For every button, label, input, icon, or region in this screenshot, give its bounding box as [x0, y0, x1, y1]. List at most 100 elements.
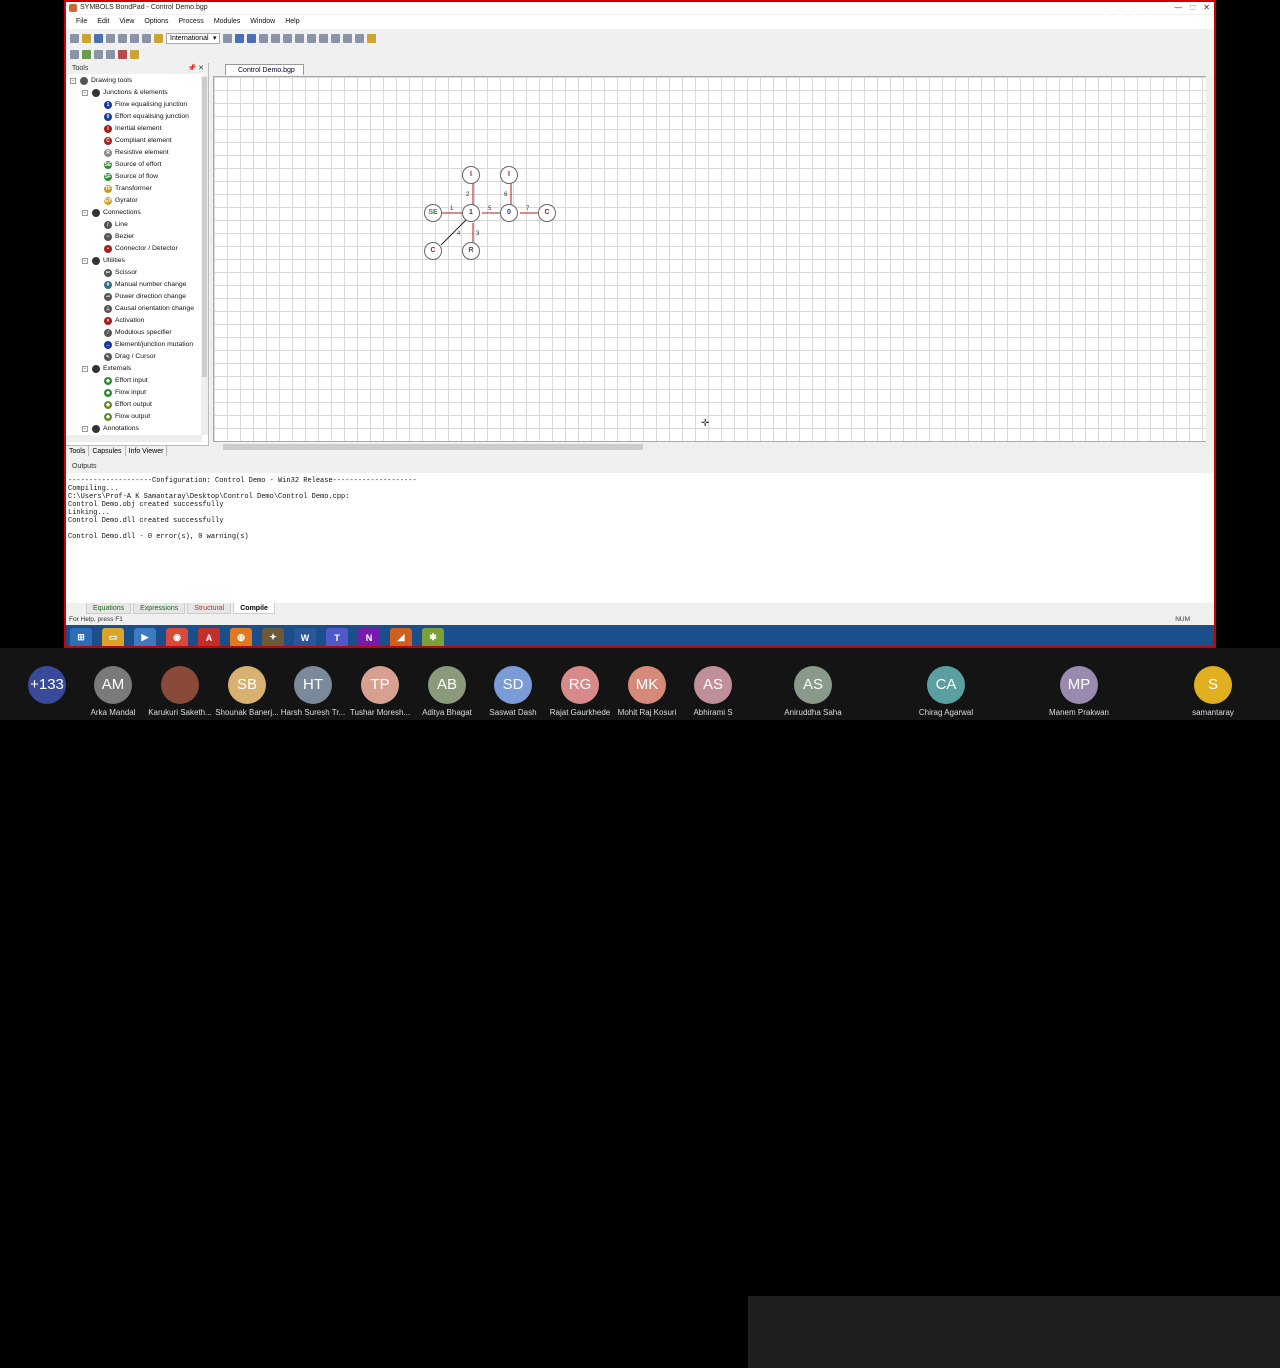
number-icon[interactable]: [270, 33, 280, 43]
canvas-vertical-scrollbar[interactable]: [1206, 76, 1214, 442]
app-generic-icon[interactable]: ✦: [262, 627, 284, 646]
tree-item[interactable]: × Activation: [66, 315, 202, 327]
pointer-icon[interactable]: [306, 33, 316, 43]
copy-icon[interactable]: [118, 33, 127, 43]
cut-icon[interactable]: [106, 33, 115, 43]
tray-up-arrow-icon[interactable]: ▲: [1102, 10, 1110, 19]
resistive-node[interactable]: R: [462, 242, 480, 260]
tree-item[interactable]: 1 Flow equalising junction: [66, 99, 202, 111]
tray-volume-icon[interactable]: ◁): [1145, 10, 1154, 19]
tree-item[interactable]: GY Gyrator: [66, 195, 202, 207]
tree-item[interactable]: − Annotations: [66, 423, 202, 435]
chrome-icon[interactable]: ◉: [166, 627, 188, 646]
menu-process[interactable]: Process: [175, 15, 208, 29]
tree-item[interactable]: / Line: [66, 219, 202, 231]
menu-window[interactable]: Window: [246, 15, 279, 29]
participant-tile[interactable]: MP Manem Prakwan: [1034, 666, 1124, 720]
arrow-tool-icon[interactable]: [294, 33, 304, 43]
tree-item[interactable]: SE Source of effort: [66, 159, 202, 171]
new-file-icon[interactable]: [70, 33, 79, 43]
tree-item[interactable]: # Manual number change: [66, 279, 202, 291]
word-icon[interactable]: W: [294, 627, 316, 646]
tree-expander-icon[interactable]: −: [82, 258, 88, 264]
open-file-icon[interactable]: [82, 33, 91, 43]
tree-item[interactable]: ↔ Element/junction mutation: [66, 339, 202, 351]
plot-icon[interactable]: [130, 49, 139, 59]
start-button-icon[interactable]: ⊞: [70, 627, 92, 646]
tools-vertical-scrollbar[interactable]: [201, 75, 208, 435]
tools-pane-close-icon[interactable]: 📌 ✕: [187, 63, 204, 74]
inertial-node-1[interactable]: I: [462, 166, 480, 184]
tree-item[interactable]: ↖ Drag / Cursor: [66, 351, 202, 363]
menu-view[interactable]: View: [115, 15, 138, 29]
compile-icon[interactable]: [70, 49, 79, 59]
tree-item[interactable]: SF Source of flow: [66, 171, 202, 183]
layout-icon[interactable]: [330, 33, 340, 43]
taskbar-clock[interactable]: 2:17 PM 10/20/2020: [1175, 5, 1208, 23]
clock-icon[interactable]: [354, 33, 364, 43]
compliant-node-2[interactable]: C: [424, 242, 442, 260]
tree-item[interactable]: ⁄ Modulous specifier: [66, 327, 202, 339]
tree-item[interactable]: ⇀ Power direction change: [66, 291, 202, 303]
tab-compile[interactable]: Compile: [233, 603, 275, 614]
tray-flag-icon[interactable]: ⚑: [1116, 10, 1123, 19]
tree-item[interactable]: 0 Effort equalising junction: [66, 111, 202, 123]
tree-item[interactable]: − Externals: [66, 363, 202, 375]
source-effort-node[interactable]: SE: [424, 204, 442, 222]
menu-options[interactable]: Options: [140, 15, 172, 29]
tab-info-viewer[interactable]: Info Viewer: [126, 446, 168, 456]
language-select[interactable]: International: [166, 32, 220, 44]
teams-icon[interactable]: T: [326, 627, 348, 646]
tree-expander-icon[interactable]: −: [82, 366, 88, 372]
tree-item[interactable]: − Drawing tools: [66, 75, 202, 87]
tree-item[interactable]: • Connector / Detector: [66, 243, 202, 255]
participant-tile[interactable]: AS Abhirami S: [668, 666, 758, 720]
paste-icon[interactable]: [130, 33, 139, 43]
effort-junction-node[interactable]: 0: [500, 204, 518, 222]
menu-modules[interactable]: Modules: [210, 15, 244, 29]
menu-help[interactable]: Help: [281, 15, 303, 29]
undo-icon[interactable]: [258, 33, 268, 43]
help-icon[interactable]: [154, 33, 163, 43]
zoom-icon[interactable]: [222, 33, 232, 43]
tree-expander-icon[interactable]: −: [82, 426, 88, 432]
tree-item[interactable]: ◆ Flow output: [66, 411, 202, 423]
canvas-horizontal-scrollbar[interactable]: [213, 443, 1209, 451]
tab-expressions[interactable]: Expressions: [133, 603, 186, 614]
tree-item[interactable]: − Utilities: [66, 255, 202, 267]
onenote-icon[interactable]: N: [358, 627, 380, 646]
run-icon[interactable]: [94, 49, 103, 59]
bond-graph-canvas[interactable]: 1 2 3 4 5 6 7 SE 1 0 I I C C R ✛: [213, 76, 1209, 442]
participant-tile[interactable]: Ssamantaray: [1168, 666, 1258, 720]
snap-grid-icon[interactable]: [246, 33, 256, 43]
tools-horizontal-scrollbar[interactable]: [66, 435, 202, 442]
menu-edit[interactable]: Edit: [93, 15, 113, 29]
firefox-icon[interactable]: ◍: [230, 627, 252, 646]
pen-icon[interactable]: [282, 33, 292, 43]
document-tab[interactable]: Control Demo.bgp: [225, 64, 304, 75]
tree-item[interactable]: I Inertial element: [66, 123, 202, 135]
tree-item[interactable]: ✂ Scissor: [66, 267, 202, 279]
matlab-icon[interactable]: ◢: [390, 627, 412, 646]
flow-junction-node[interactable]: 1: [462, 204, 480, 222]
tab-equations[interactable]: Equations: [86, 603, 132, 614]
tree-item[interactable]: R Resistive element: [66, 147, 202, 159]
tree-item[interactable]: ◆ Flow input: [66, 387, 202, 399]
tree-item[interactable]: TF Transformer: [66, 183, 202, 195]
refresh-icon[interactable]: [342, 33, 352, 43]
participant-tile[interactable]: CA Chirag Agarwal: [901, 666, 991, 720]
tree-item[interactable]: ◆ Effort input: [66, 375, 202, 387]
tab-tools[interactable]: Tools: [66, 446, 90, 456]
tree-item[interactable]: ⊥ Causal orientation change: [66, 303, 202, 315]
tree-item[interactable]: ~ Bezier: [66, 231, 202, 243]
tree-expander-icon[interactable]: −: [82, 210, 88, 216]
simulate-icon[interactable]: [82, 49, 91, 59]
tab-capsules[interactable]: Capsules: [89, 446, 126, 456]
participant-tile[interactable]: AS Aniruddha Saha: [768, 666, 858, 720]
tree-expander-icon[interactable]: −: [82, 90, 88, 96]
build-icon[interactable]: [106, 49, 115, 59]
save-icon[interactable]: [94, 33, 103, 43]
tree-item[interactable]: C Compliant element: [66, 135, 202, 147]
compliant-node-1[interactable]: C: [538, 204, 556, 222]
menu-file[interactable]: File: [72, 15, 91, 29]
